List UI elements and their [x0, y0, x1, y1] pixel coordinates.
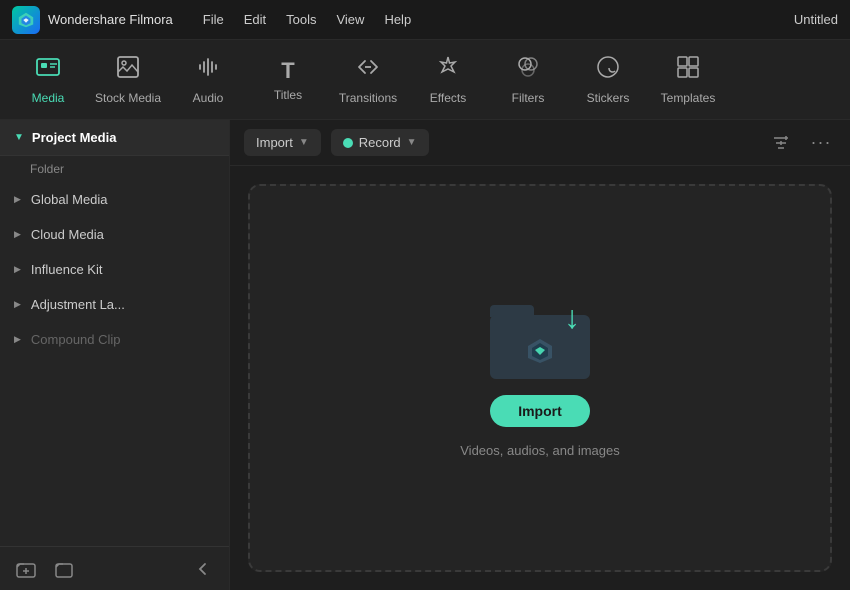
media-icon	[35, 54, 61, 87]
dropzone-import-label: Import	[518, 403, 562, 419]
filter-icon-button[interactable]	[766, 128, 796, 158]
more-options-button[interactable]: ···	[806, 128, 836, 158]
sidebar-collapse-button[interactable]	[189, 555, 217, 583]
record-chevron-icon: ▼	[407, 137, 417, 148]
menu-file[interactable]: File	[203, 12, 224, 27]
filters-label: Filters	[512, 91, 545, 105]
tool-stickers[interactable]: Stickers	[568, 45, 648, 115]
tool-audio[interactable]: Audio	[168, 45, 248, 115]
sidebar-item-label: Global Media	[31, 192, 108, 207]
tool-templates[interactable]: Templates	[648, 45, 728, 115]
menu-edit[interactable]: Edit	[244, 12, 266, 27]
item-arrow-icon: ▶	[14, 194, 21, 205]
dropzone-import-button[interactable]: Import	[490, 395, 590, 427]
stickers-icon	[595, 54, 621, 87]
audio-icon	[195, 54, 221, 87]
stickers-label: Stickers	[587, 91, 630, 105]
content-area: Import ▼ Record ▼ ···	[230, 120, 850, 590]
item-arrow-icon: ▶	[14, 264, 21, 275]
project-title: Untitled	[794, 12, 838, 27]
menu-tools[interactable]: Tools	[286, 12, 316, 27]
sidebar-item-label: Cloud Media	[31, 227, 104, 242]
sidebar-item-influence-kit[interactable]: ▶ Influence Kit	[0, 252, 229, 287]
transitions-label: Transitions	[339, 91, 397, 105]
toolbar: Media Stock Media Audio T Titles	[0, 40, 850, 120]
record-dot-icon	[343, 138, 353, 148]
menu-view[interactable]: View	[336, 12, 364, 27]
main-area: ▼ Project Media Folder ▶ Global Media ▶ …	[0, 120, 850, 590]
import-label: Import	[256, 135, 293, 150]
effects-label: Effects	[430, 91, 466, 105]
menu-help[interactable]: Help	[384, 12, 411, 27]
tool-filters[interactable]: Filters	[488, 45, 568, 115]
sidebar-footer	[0, 546, 229, 590]
dropzone[interactable]: ↓ Import Videos, audios, and images	[248, 184, 832, 572]
item-arrow-icon: ▶	[14, 334, 21, 345]
sidebar-item-label: Adjustment La...	[31, 297, 125, 312]
folder-illustration: ↓	[490, 299, 590, 379]
tool-transitions[interactable]: Transitions	[328, 45, 408, 115]
record-button[interactable]: Record ▼	[331, 129, 429, 156]
sidebar-item-label: Compound Clip	[31, 332, 121, 347]
titlebar: Wondershare Filmora File Edit Tools View…	[0, 0, 850, 40]
effects-icon	[435, 54, 461, 87]
download-arrow-icon: ↓	[564, 299, 580, 336]
delete-folder-button[interactable]	[50, 555, 78, 583]
app-logo	[12, 6, 40, 34]
project-media-title: Project Media	[32, 130, 117, 145]
titles-icon: T	[281, 58, 294, 84]
stock-media-icon	[115, 54, 141, 87]
sidebar-item-adjustment-layer[interactable]: ▶ Adjustment La...	[0, 287, 229, 322]
ellipsis-icon: ···	[811, 132, 832, 153]
item-arrow-icon: ▶	[14, 299, 21, 310]
content-toolbar: Import ▼ Record ▼ ···	[230, 120, 850, 166]
filmora-logo-in-folder	[522, 333, 558, 369]
import-button[interactable]: Import ▼	[244, 129, 321, 156]
sidebar-item-global-media[interactable]: ▶ Global Media	[0, 182, 229, 217]
audio-label: Audio	[193, 91, 224, 105]
folder-label: Folder	[0, 156, 229, 182]
transitions-icon	[355, 54, 381, 87]
item-arrow-icon: ▶	[14, 229, 21, 240]
stock-media-label: Stock Media	[95, 91, 161, 105]
tool-effects[interactable]: Effects	[408, 45, 488, 115]
titles-label: Titles	[274, 88, 302, 102]
collapse-arrow-icon: ▼	[14, 132, 24, 143]
new-folder-button[interactable]	[12, 555, 40, 583]
tool-media[interactable]: Media	[8, 45, 88, 115]
menu-bar: File Edit Tools View Help	[203, 12, 794, 27]
app-name: Wondershare Filmora	[48, 12, 173, 27]
sidebar: ▼ Project Media Folder ▶ Global Media ▶ …	[0, 120, 230, 590]
filters-icon	[515, 54, 541, 87]
tool-stock-media[interactable]: Stock Media	[88, 45, 168, 115]
tool-titles[interactable]: T Titles	[248, 45, 328, 115]
sidebar-item-label: Influence Kit	[31, 262, 103, 277]
sidebar-item-cloud-media[interactable]: ▶ Cloud Media	[0, 217, 229, 252]
sidebar-item-compound-clip[interactable]: ▶ Compound Clip	[0, 322, 229, 357]
templates-icon	[675, 54, 701, 87]
media-label: Media	[32, 91, 65, 105]
templates-label: Templates	[661, 91, 716, 105]
dropzone-description: Videos, audios, and images	[460, 443, 619, 458]
project-media-header[interactable]: ▼ Project Media	[0, 120, 229, 156]
import-chevron-icon: ▼	[299, 137, 309, 148]
record-label: Record	[359, 135, 401, 150]
